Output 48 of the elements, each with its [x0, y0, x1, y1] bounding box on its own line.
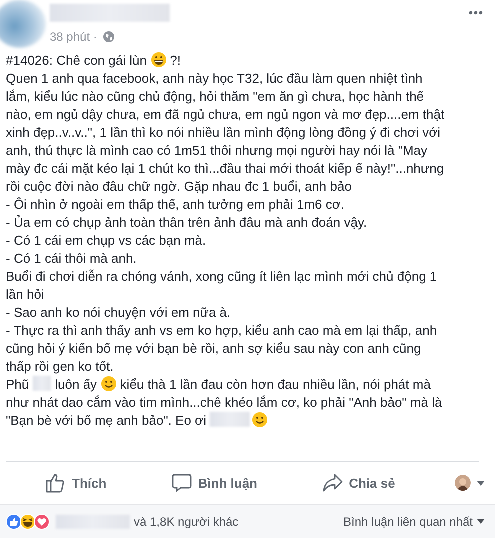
- caret-icon[interactable]: [477, 519, 485, 524]
- post-text: - Thực ra thì anh thấy anh vs em ko hợp, kiểu anh cao mà em lại thấp, anh: [6, 323, 438, 338]
- blurred-text: [210, 412, 250, 427]
- post-text: rồi cuộc đời nào đâu chữ ngờ. Gặp nhau đc 1 buổi, anh bảo: [6, 179, 352, 194]
- comment-sort-dropdown[interactable]: Bình luận liên quan nhất: [344, 514, 485, 528]
- laughing-reaction-icon: [20, 514, 36, 530]
- post-text: lần hỏi: [6, 287, 44, 302]
- post-text: Quen 1 anh qua facebook, anh này học T32, lúc đầu làm quen nhiệt tình: [6, 71, 423, 86]
- share-button[interactable]: Chia sẻ: [317, 469, 402, 497]
- smiling-face-icon: [252, 412, 268, 428]
- more-options-icon[interactable]: [469, 11, 483, 15]
- post-text: - Có 1 cái thôi mà anh.: [6, 251, 137, 266]
- post-text: nào, em ngủ dậy chưa, em đã ngủ chưa, em ngủ ngon và mơ đẹp....em thật: [6, 107, 445, 122]
- post-text: ?!: [169, 53, 182, 68]
- post-text: - Sao anh ko nói chuyện với em nữa à.: [6, 305, 231, 320]
- post-text: Phũ: [6, 377, 30, 392]
- post-text: lắm, kiểu lúc nào cũng chủ động, hỏi thăm "em ăn gì chưa, học hành thế: [6, 89, 424, 104]
- post-text: - Có 1 cái em chụp vs các bạn mà.: [6, 233, 206, 248]
- post-text: #14026: Chê con gái lùn: [6, 53, 148, 68]
- comment-button[interactable]: Bình luận: [166, 469, 264, 497]
- post-text: - Ủa em có chụp ảnh toàn thân trên ảnh đâu mà anh đoán vậy.: [6, 215, 368, 230]
- post-text: Buổi đi chơi diễn ra chóng vánh, xong cũng ít liên lạc mình mới chủ động 1: [6, 269, 438, 284]
- speech-bubble-icon: [172, 473, 192, 493]
- post-text: như nhát dao cắm vào tim mình...chê khéo lắm cơ, ko phải "Anh bảo" mà là: [6, 395, 442, 410]
- avatar-icon: [454, 475, 471, 491]
- post-text: - Ôi nhìn ở ngoài em thấp thế, anh tưởng em phải 1m6 cơ.: [6, 197, 345, 212]
- separator-dot: ·: [92, 30, 98, 44]
- post-text: thấp rồi gen ko tốt.: [6, 359, 114, 374]
- post-text: xinh đẹp..v..v..", 1 lần thì ko nói nhiều lần mình động lòng đồng ý đi chơi với: [6, 125, 441, 140]
- blurred-avatar[interactable]: [0, 0, 46, 48]
- thumbs-up-icon: [46, 473, 66, 493]
- blurred-text: [33, 376, 52, 391]
- smiling-face-icon: [100, 376, 117, 392]
- post-text: kiểu thà 1 lần đau còn hơn đau nhiều lần, nói phát mà: [119, 377, 431, 392]
- grinning-face-icon: [150, 52, 167, 68]
- post-time[interactable]: 38 phút: [50, 30, 90, 44]
- like-reaction-icon: [6, 514, 22, 530]
- post-text: "Bạn bè với bố mẹ anh bảo". Eo ơi: [6, 413, 206, 428]
- caret-icon: [476, 480, 485, 486]
- post-text: luôn ấy: [55, 377, 98, 392]
- share-arrow-icon: [323, 473, 344, 493]
- globe-icon: [102, 31, 115, 43]
- post-text: anh, thú thực là mình cao có 1m51 thôi nhưng mọi người hay nói là "May: [6, 143, 428, 158]
- post-text: cũng hỏi ý kiến bố mẹ với bạn bè rồi, anh sợ kiểu sau này con anh cũng: [6, 341, 422, 356]
- post-text: mày đc cái mặt kéo lại 1 chút ko thì...đầu thai mới thoát kiếp ế này!"...nhưng: [6, 161, 444, 176]
- like-button[interactable]: Thích: [40, 469, 113, 497]
- heart-reaction-icon: [34, 514, 50, 530]
- reaction-count[interactable]: và 1,8K người khác: [134, 514, 239, 528]
